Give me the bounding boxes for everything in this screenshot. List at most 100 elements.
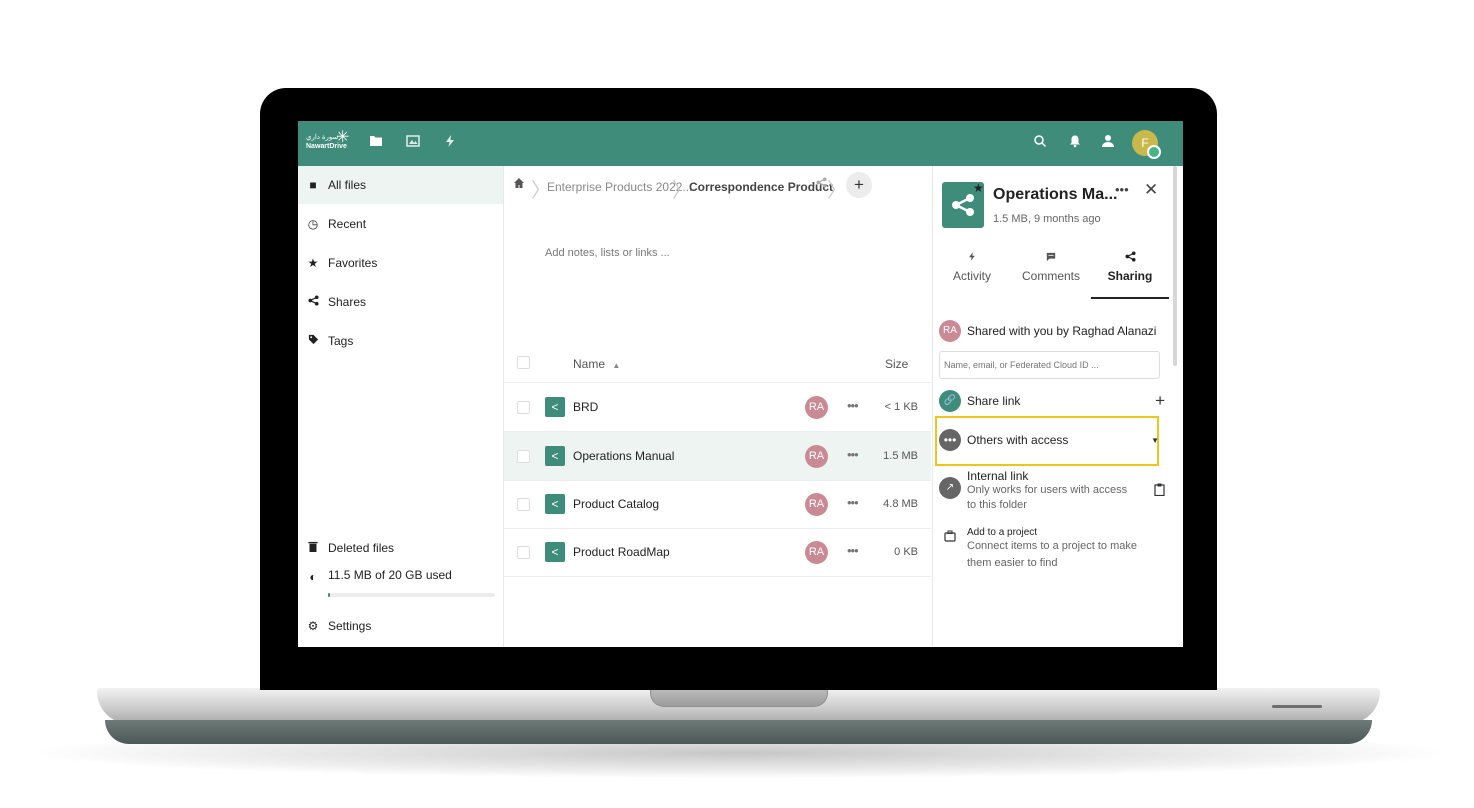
- owner-avatar[interactable]: RA: [805, 445, 828, 468]
- close-icon[interactable]: ✕: [1144, 180, 1158, 200]
- column-size-label[interactable]: Size: [885, 357, 908, 371]
- new-file-button[interactable]: +: [846, 172, 872, 198]
- gear-icon: ⚙: [307, 619, 319, 633]
- column-name-label: Name: [573, 357, 606, 371]
- activity-icon[interactable]: [439, 133, 461, 155]
- internal-link-row[interactable]: ↗ Internal link Only works for users wit…: [939, 469, 1165, 513]
- sharer-avatar[interactable]: RA: [939, 320, 961, 342]
- details-subtitle: 1.5 MB, 9 months ago: [993, 213, 1101, 225]
- table-header: Name ▲ Size: [504, 346, 931, 383]
- more-actions-icon[interactable]: •••: [847, 447, 859, 462]
- owner-avatar[interactable]: RA: [805, 493, 828, 516]
- more-actions-icon[interactable]: •••: [847, 543, 859, 558]
- add-share-link-icon[interactable]: +: [1155, 391, 1165, 411]
- top-bar: سورة داري NawartDrive ✳ F: [298, 121, 1183, 166]
- tab-sharing[interactable]: Sharing: [1091, 251, 1169, 283]
- quota-label: 11.5 MB of 20 GB used: [328, 568, 452, 582]
- trash-icon: [298, 541, 328, 555]
- star-icon: ★: [307, 256, 319, 270]
- more-actions-icon[interactable]: •••: [847, 495, 859, 510]
- sidebar-item-label: Settings: [328, 619, 372, 633]
- external-link-icon: ↗: [939, 477, 961, 499]
- tab-activity[interactable]: Activity: [933, 251, 1011, 283]
- select-all-checkbox[interactable]: [517, 356, 530, 369]
- sidebar-item-all-files[interactable]: ■ All files: [298, 166, 503, 204]
- quota-fill: [328, 593, 330, 597]
- share-link-label: Share link: [967, 394, 1021, 408]
- active-tab-indicator: [1091, 297, 1169, 299]
- tab-label: Sharing: [1107, 269, 1153, 283]
- more-actions-icon[interactable]: •••: [847, 398, 859, 413]
- internal-link-desc: Only works for users with access to this…: [967, 484, 1128, 511]
- column-name[interactable]: Name ▲: [573, 357, 620, 371]
- app-logo[interactable]: سورة داري NawartDrive ✳: [306, 129, 350, 155]
- sidebar-item-label: Tags: [328, 334, 354, 348]
- sidebar-item-label: Recent: [328, 217, 367, 231]
- internal-link-title: Internal link: [967, 469, 1029, 483]
- sidebar-item-tags[interactable]: Tags: [298, 322, 503, 360]
- logo-mark-icon: ✳: [336, 129, 350, 146]
- home-icon[interactable]: [513, 177, 525, 192]
- clock-icon: ◷: [307, 217, 319, 231]
- clipboard-icon[interactable]: [1154, 483, 1165, 499]
- scrollbar[interactable]: [1173, 166, 1177, 366]
- photos-icon[interactable]: [402, 133, 424, 155]
- share-search-input[interactable]: [939, 351, 1160, 379]
- sidebar-item-recent[interactable]: ◷ Recent: [298, 205, 503, 243]
- others-with-access-row[interactable]: ••• Others with access ▼: [939, 429, 1165, 451]
- sidebar-item-settings[interactable]: ⚙ Settings: [298, 607, 503, 645]
- breadcrumb: 〉 Enterprise Products 2022... 〉 Correspo…: [504, 166, 931, 206]
- sidebar-quota[interactable]: ◐ 11.5 MB of 20 GB used: [298, 562, 503, 596]
- table-row[interactable]: < Operations Manual RA ••• 1.5 MB: [504, 432, 931, 481]
- files-icon[interactable]: [365, 133, 387, 155]
- search-icon[interactable]: [1029, 133, 1051, 155]
- quota-pie-icon: ◐: [309, 570, 317, 584]
- quota-bar: [328, 593, 495, 597]
- row-checkbox[interactable]: [517, 498, 530, 511]
- link-icon: 🔗: [939, 390, 961, 412]
- favorite-star-icon[interactable]: ★: [973, 181, 984, 195]
- sidebar-item-shares[interactable]: Shares: [298, 283, 503, 321]
- add-to-project-row[interactable]: Add to a project Connect items to a proj…: [939, 527, 1165, 572]
- row-checkbox[interactable]: [517, 401, 530, 414]
- breadcrumb-current[interactable]: Correspondence Product: [689, 180, 833, 194]
- sort-asc-icon: ▲: [612, 361, 621, 370]
- table-row[interactable]: < Product RoadMap RA ••• 0 KB: [504, 528, 931, 577]
- file-name[interactable]: Product Catalog: [573, 497, 659, 511]
- laptop-notch: [650, 688, 828, 707]
- project-title: Add to a project: [967, 527, 1038, 538]
- sidebar: ■ All files ◷ Recent ★ Favorites Shares …: [298, 166, 504, 647]
- owner-avatar[interactable]: RA: [805, 541, 828, 564]
- file-name[interactable]: Operations Manual: [573, 449, 674, 463]
- share-icon[interactable]: [816, 177, 827, 191]
- file-name[interactable]: Product RoadMap: [573, 545, 670, 559]
- sidebar-item-label: Shares: [328, 295, 367, 309]
- file-name[interactable]: BRD: [573, 400, 598, 414]
- tab-label: Comments: [1021, 269, 1080, 283]
- file-size: 0 KB: [894, 546, 918, 558]
- notes-placeholder[interactable]: Add notes, lists or links ...: [545, 247, 670, 259]
- project-desc: Connect items to a project to make them …: [967, 540, 1137, 569]
- share-link-row[interactable]: 🔗 Share link +: [939, 390, 1165, 412]
- table-row[interactable]: < BRD RA ••• < 1 KB: [504, 383, 931, 432]
- shared-folder-icon: <: [545, 494, 565, 514]
- online-status-dot: [1147, 145, 1161, 159]
- sidebar-item-favorites[interactable]: ★ Favorites: [298, 244, 503, 282]
- breadcrumb-item[interactable]: Enterprise Products 2022...: [547, 180, 692, 194]
- share-icon: [1091, 251, 1169, 269]
- project-icon: [939, 529, 961, 551]
- details-menu-icon[interactable]: •••: [1115, 182, 1129, 197]
- app-screen: سورة داري NawartDrive ✳ F ■ All files ◷ …: [298, 121, 1183, 647]
- row-checkbox[interactable]: [517, 450, 530, 463]
- owner-avatar[interactable]: RA: [805, 396, 828, 419]
- bell-icon[interactable]: [1064, 133, 1086, 155]
- breadcrumb-separator: 〉: [827, 180, 847, 202]
- user-avatar[interactable]: F: [1132, 130, 1161, 159]
- table-row[interactable]: < Product Catalog RA ••• 4.8 MB: [504, 480, 931, 529]
- contacts-icon[interactable]: [1098, 133, 1120, 155]
- chevron-down-icon[interactable]: ▼: [1151, 436, 1159, 445]
- sidebar-item-label: Favorites: [328, 256, 378, 270]
- row-checkbox[interactable]: [517, 546, 530, 559]
- shared-by-text: Shared with you by Raghad Alanazi: [967, 324, 1157, 338]
- tab-comments[interactable]: Comments: [1012, 251, 1090, 283]
